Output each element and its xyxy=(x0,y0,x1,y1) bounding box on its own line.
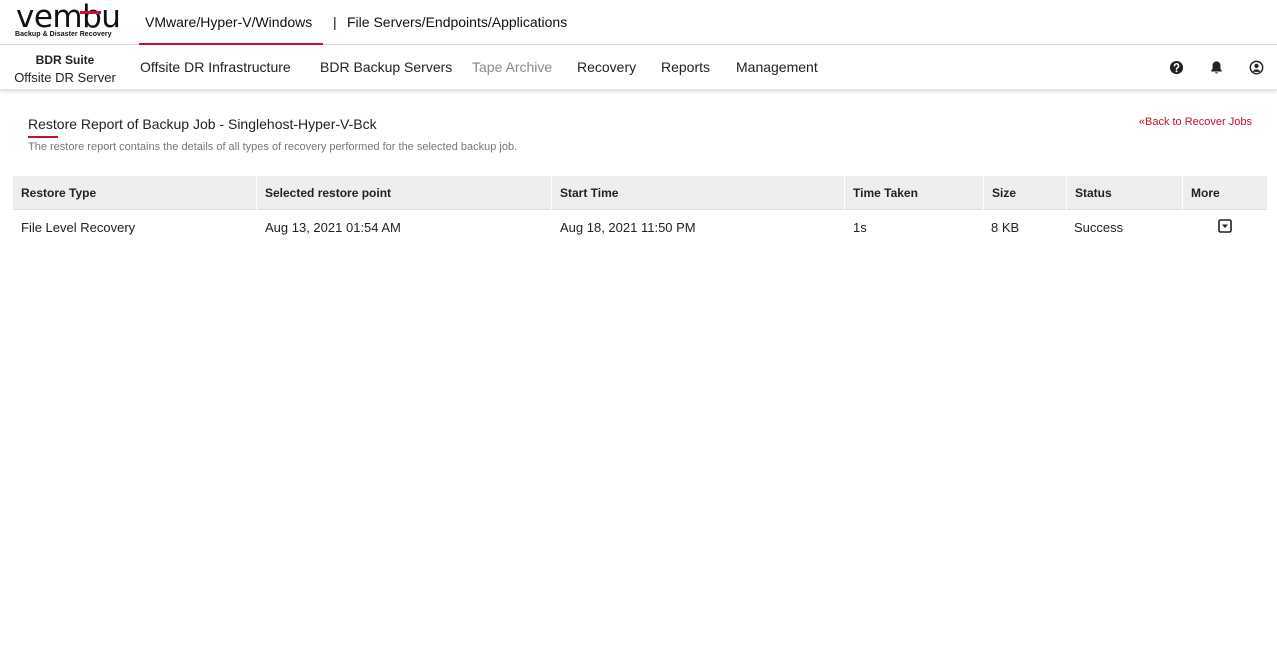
page-title: Restore Report of Backup Job - Singlehos… xyxy=(28,116,377,132)
vembu-logo[interactable]: vembu Backup & Disaster Recovery xyxy=(14,0,121,41)
cell-start-time: Aug 18, 2021 11:50 PM xyxy=(560,220,696,235)
tab-separator: | xyxy=(333,14,337,30)
logo-tagline: Backup & Disaster Recovery xyxy=(15,31,112,38)
restore-report-table: Restore Type Selected restore point Star… xyxy=(13,176,1267,246)
table-row: File Level Recovery Aug 13, 2021 01:54 A… xyxy=(13,210,1267,246)
nav-offsite-dr-infrastructure[interactable]: Offsite DR Infrastructure xyxy=(140,45,291,90)
column-header-more: More xyxy=(1191,186,1220,200)
top-bar: vembu Backup & Disaster Recovery VMware/… xyxy=(0,0,1277,45)
title-underline xyxy=(28,136,58,138)
brand-server: Offsite DR Server xyxy=(14,70,116,85)
back-to-recover-jobs-link[interactable]: «Back to Recover Jobs xyxy=(1139,116,1252,128)
nav-tape-archive: Tape Archive xyxy=(472,59,553,75)
cell-selected-restore-point: Aug 13, 2021 01:54 AM xyxy=(265,220,401,235)
logo-accent-mark xyxy=(80,11,101,14)
tab-vmware-hyperv-windows[interactable]: VMware/Hyper-V/Windows xyxy=(139,0,323,45)
nav-management[interactable]: Management xyxy=(736,45,818,90)
column-header-selected-restore-point[interactable]: Selected restore point xyxy=(257,176,552,210)
column-header-restore-type[interactable]: Restore Type xyxy=(13,176,257,210)
page-subtitle: The restore report contains the details … xyxy=(28,141,518,153)
logo-wordmark: vembu xyxy=(16,0,121,35)
column-header-status[interactable]: Status xyxy=(1067,176,1183,210)
column-header-time-taken[interactable]: Time Taken xyxy=(845,176,984,210)
bell-icon[interactable] xyxy=(1209,60,1224,75)
help-icon[interactable] xyxy=(1169,60,1184,75)
nav-reports[interactable]: Reports xyxy=(661,45,710,90)
cell-restore-type: File Level Recovery xyxy=(21,220,136,235)
cell-status: Success xyxy=(1074,220,1124,235)
nav-recovery[interactable]: Recovery xyxy=(577,45,636,90)
brand-label: BDR Suite Offsite DR Server xyxy=(14,53,116,85)
cell-size: 8 KB xyxy=(991,220,1020,235)
cell-time-taken: 1s xyxy=(853,220,867,235)
column-header-size[interactable]: Size xyxy=(984,176,1067,210)
nav-bdr-backup-servers[interactable]: BDR Backup Servers xyxy=(320,45,452,90)
column-header-start-time[interactable]: Start Time xyxy=(552,176,845,210)
table-header: Restore Type Selected restore point Star… xyxy=(13,176,1267,210)
expand-details-icon[interactable] xyxy=(1218,219,1232,233)
user-icon[interactable] xyxy=(1249,60,1264,75)
main-nav: BDR Suite Offsite DR Server Offsite DR I… xyxy=(0,45,1277,90)
tab-file-servers-endpoints-applications[interactable]: File Servers/Endpoints/Applications xyxy=(347,0,567,45)
brand-suite: BDR Suite xyxy=(35,53,95,67)
